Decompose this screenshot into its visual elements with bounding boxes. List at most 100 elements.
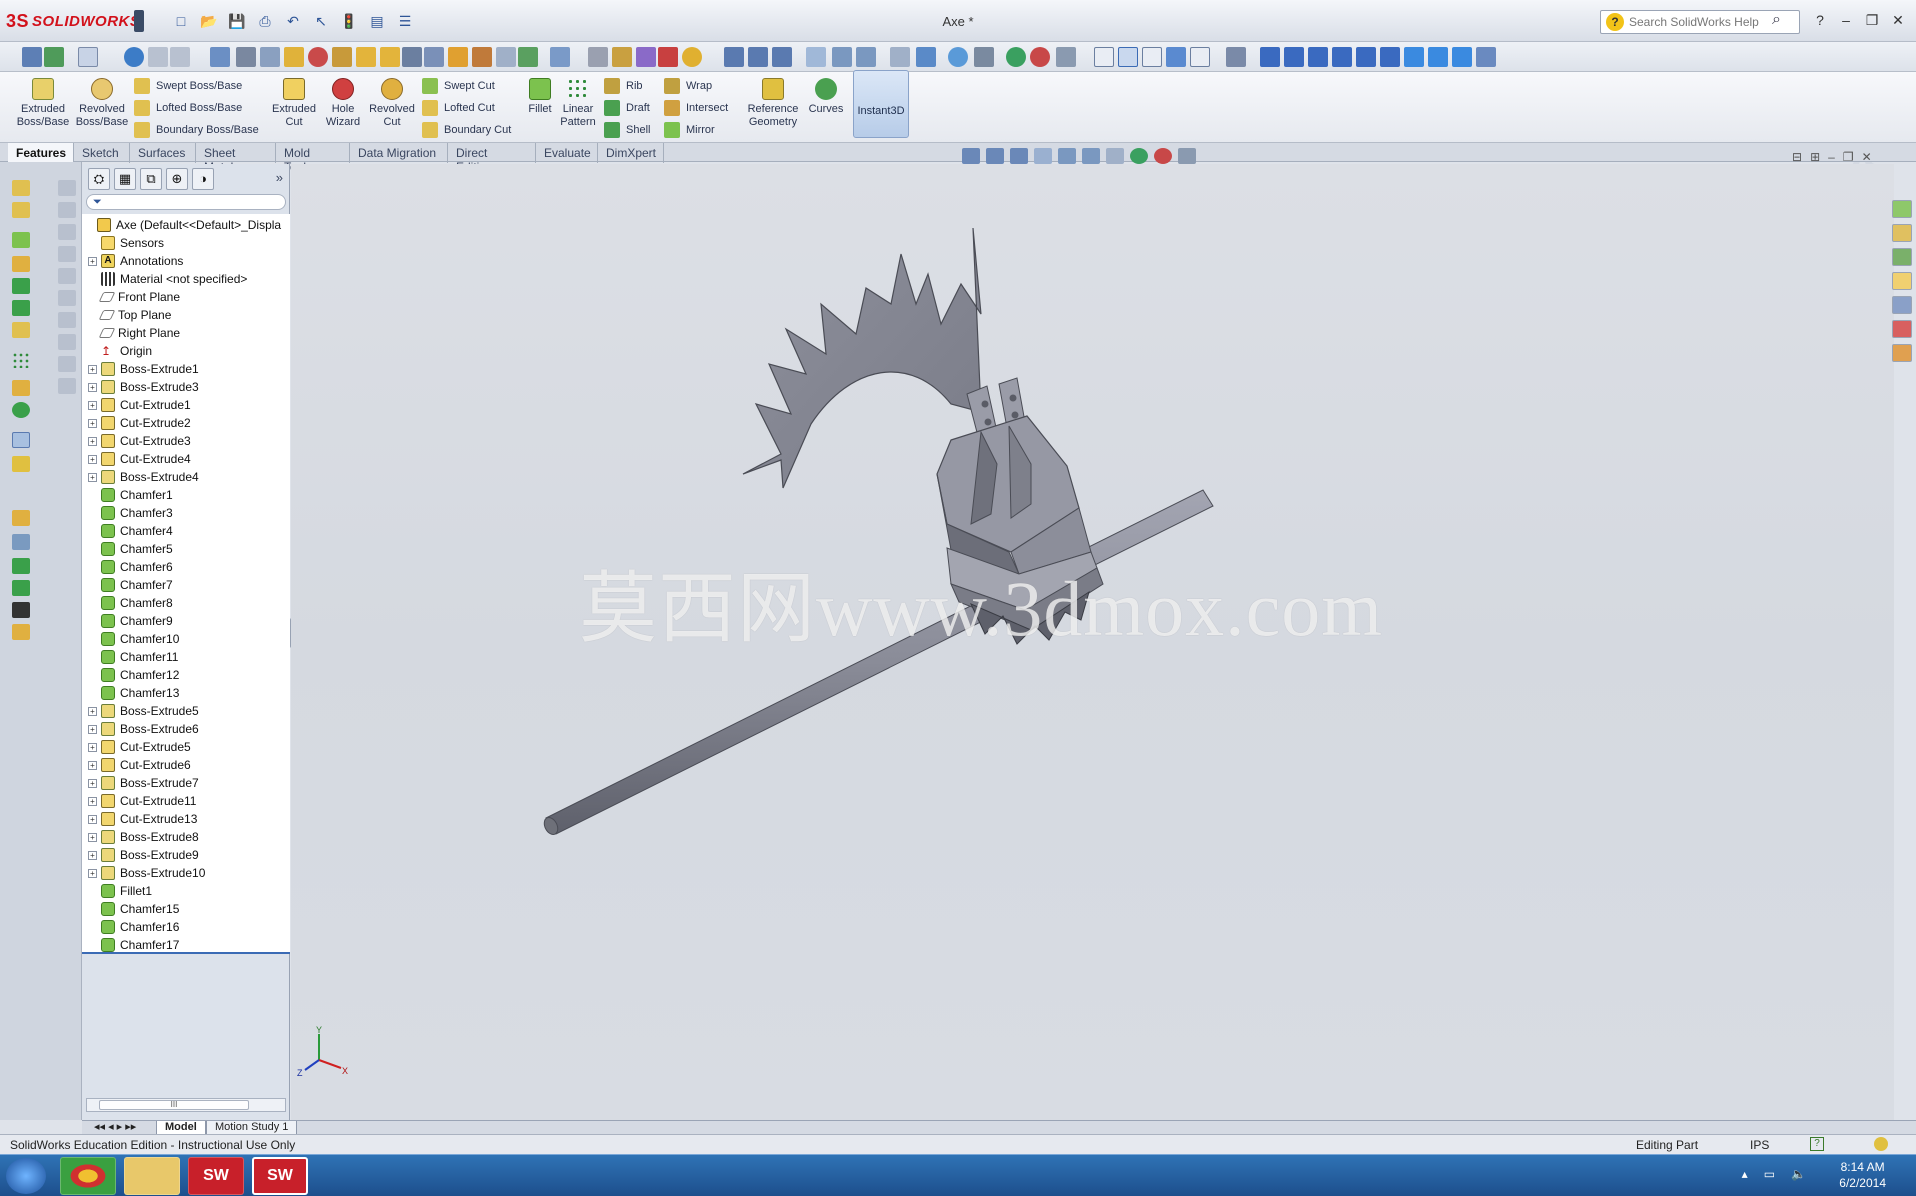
link-views-icon[interactable] — [1476, 47, 1496, 67]
restore-icon[interactable]: ❐ — [1862, 10, 1882, 30]
tree-item[interactable]: Right Plane — [88, 324, 180, 342]
fillet-strip-icon[interactable] — [12, 232, 30, 248]
hole-strip-icon[interactable] — [12, 456, 30, 472]
verify-icon[interactable] — [380, 47, 400, 67]
rotate-icon[interactable] — [948, 47, 968, 67]
tree-item[interactable]: + Boss-Extrude9 — [88, 846, 199, 864]
record-icon[interactable] — [308, 47, 328, 67]
hidden-removed-icon[interactable] — [1190, 47, 1210, 67]
expand-node-icon[interactable]: + — [88, 364, 97, 374]
vp-restore-icon[interactable]: ❐ — [1843, 150, 1854, 164]
tree-item[interactable]: + Boss-Extrude4 — [88, 468, 199, 486]
expand-node-icon[interactable]: + — [88, 472, 97, 482]
secondary-strip-icon-9[interactable] — [58, 356, 76, 372]
shaded-edges-icon[interactable] — [1118, 47, 1138, 67]
view-palette-icon[interactable] — [1892, 296, 1912, 314]
back-view-icon[interactable] — [1284, 47, 1304, 67]
scrollbar-thumb[interactable]: III — [99, 1100, 249, 1110]
volume-icon[interactable]: 🔈 — [1791, 1167, 1806, 1181]
tree-item[interactable]: Material <not specified> — [88, 270, 247, 288]
analysis-icon[interactable] — [588, 47, 608, 67]
tree-item[interactable]: + Boss-Extrude6 — [88, 720, 199, 738]
tree-item[interactable]: + Boss-Extrude1 — [88, 360, 199, 378]
tab-sheet-metal[interactable]: Sheet Metal — [196, 143, 276, 174]
zebra-icon[interactable] — [682, 47, 702, 67]
hu-section-view-icon[interactable] — [1034, 148, 1052, 164]
tab-data-migration[interactable]: Data Migration — [350, 143, 448, 163]
close-icon[interactable]: ✕ — [1888, 10, 1908, 30]
view-orientation-icon[interactable] — [832, 47, 852, 67]
hu-zoom-fit-icon[interactable] — [962, 148, 980, 164]
minimize-icon[interactable]: – — [1836, 10, 1856, 30]
help-menu-icon[interactable]: ? — [1810, 10, 1830, 30]
tab-model[interactable]: Model — [156, 1121, 206, 1135]
rib-button[interactable]: Rib — [604, 76, 643, 96]
tree-item[interactable]: Sensors — [88, 234, 164, 252]
hu-display-style-icon[interactable] — [1082, 148, 1100, 164]
pattern-strip-icon[interactable] — [12, 352, 30, 368]
sketch-axis-icon[interactable] — [12, 558, 30, 574]
tab-evaluate[interactable]: Evaluate — [536, 143, 598, 163]
tree-item[interactable]: + Cut-Extrude3 — [88, 432, 191, 450]
search-icon[interactable]: ⌕ — [1772, 11, 1781, 29]
sketch-relation-icon[interactable] — [12, 624, 30, 640]
network-icon[interactable]: ▭ — [1764, 1167, 1775, 1181]
toolbar-rebuild-icon[interactable] — [44, 47, 64, 67]
tree-item[interactable]: Chamfer17 — [88, 936, 179, 954]
vp-minimize-icon[interactable]: – — [1828, 150, 1835, 164]
expand-node-icon[interactable]: + — [88, 256, 97, 266]
hu-scene-icon[interactable] — [1154, 148, 1172, 164]
secondary-strip-icon-6[interactable] — [58, 290, 76, 306]
thickness-icon[interactable] — [612, 47, 632, 67]
expand-node-icon[interactable]: + — [88, 832, 97, 842]
tree-item[interactable]: Chamfer1 — [88, 486, 173, 504]
dimetric-view-icon[interactable] — [1452, 47, 1472, 67]
extrude-strip-icon[interactable] — [12, 180, 30, 196]
hide-show-icon[interactable] — [890, 47, 910, 67]
tab-sketch[interactable]: Sketch — [74, 143, 130, 163]
expand-node-icon[interactable]: + — [88, 418, 97, 428]
sketch-icon[interactable] — [284, 47, 304, 67]
tree-root-part[interactable]: Axe (Default<<Default>_Displa — [84, 216, 281, 234]
dimxpert-manager-tab-icon[interactable]: ⊕ — [166, 168, 188, 190]
relations-icon[interactable] — [424, 47, 444, 67]
design-library-icon[interactable] — [1892, 248, 1912, 266]
draft-button[interactable]: Draft — [604, 98, 650, 118]
expand-node-icon[interactable]: + — [88, 814, 97, 824]
linear-pattern-button[interactable]: Linear Pattern — [558, 78, 598, 129]
tree-item[interactable]: Fillet1 — [88, 882, 152, 900]
tree-item[interactable]: + Boss-Extrude3 — [88, 378, 199, 396]
swept-cut-button[interactable]: Swept Cut — [422, 76, 495, 96]
zoom-fit-icon[interactable] — [724, 47, 744, 67]
tab-direct-editing[interactable]: Direct Editing — [448, 143, 536, 174]
section-view-icon[interactable] — [806, 47, 826, 67]
secondary-strip-icon-4[interactable] — [58, 246, 76, 262]
warning-icon[interactable] — [448, 47, 468, 67]
status-units-button[interactable]: IPS — [1750, 1138, 1769, 1152]
expand-node-icon[interactable]: + — [88, 778, 97, 788]
secondary-strip-icon-5[interactable] — [58, 268, 76, 284]
tab-scroll-arrows[interactable]: ◂◂ ◂ ▸ ▸▸ — [86, 1121, 156, 1135]
copy-icon[interactable] — [148, 47, 168, 67]
hidden-lines-icon[interactable] — [1142, 47, 1162, 67]
taskbar-clock[interactable]: 8:14 AM 6/2/2014 — [1839, 1159, 1886, 1191]
property-manager-tab-icon[interactable]: ▦ — [114, 168, 136, 190]
expand-node-icon[interactable]: + — [88, 724, 97, 734]
expand-panel-icon[interactable]: » — [276, 170, 283, 185]
ref-geom-strip-icon[interactable] — [12, 380, 30, 396]
solidworks-resources-icon[interactable] — [1892, 200, 1912, 218]
boundary-boss-base-button[interactable]: Boundary Boss/Base — [134, 120, 259, 140]
tree-item[interactable]: + Cut-Extrude13 — [88, 810, 197, 828]
sketch-point-icon[interactable] — [12, 580, 30, 596]
zoom-area-icon[interactable] — [748, 47, 768, 67]
file-explorer-icon[interactable] — [1892, 272, 1912, 290]
appearances-icon[interactable] — [1892, 320, 1912, 338]
intersect-button[interactable]: Intersect — [664, 98, 728, 118]
expand-node-icon[interactable]: + — [88, 760, 97, 770]
tree-item[interactable]: + Boss-Extrude8 — [88, 828, 199, 846]
feature-tree-filter-input[interactable]: ⏷ — [86, 194, 286, 210]
sketch-centerline-icon[interactable] — [12, 534, 30, 550]
isometric-view-icon[interactable] — [1404, 47, 1424, 67]
front-view-icon[interactable] — [1260, 47, 1280, 67]
spelling-icon[interactable] — [210, 47, 230, 67]
